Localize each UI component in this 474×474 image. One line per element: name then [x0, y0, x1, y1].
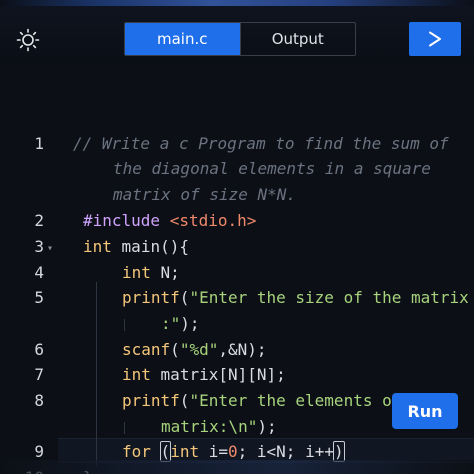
line-number: 7	[34, 365, 44, 384]
bracket-match: )	[333, 441, 345, 462]
code-line: scanf("%d",&N);	[122, 340, 267, 360]
tab-output[interactable]: Output	[239, 23, 356, 55]
play-icon[interactable]	[409, 22, 461, 56]
keyword-token: int	[122, 365, 151, 384]
code-comment: the diagonal elements in a square	[113, 159, 431, 178]
code-line: int matrix[N][N];	[122, 365, 286, 385]
keyword-token: int	[122, 263, 151, 282]
line-number: 4	[34, 263, 44, 282]
code-text: );	[257, 417, 277, 436]
line-number: 3	[34, 237, 44, 256]
line-number: 8	[34, 391, 44, 410]
keyword-token: int	[170, 442, 200, 461]
number-token: 0	[228, 442, 238, 461]
toolbar: main.c Output	[0, 0, 474, 64]
string-token: "Enter the size of the matrix	[189, 288, 469, 307]
code-text: matrix[N][N];	[160, 365, 286, 384]
code-text: ,&N);	[218, 340, 267, 359]
code-text: (	[179, 391, 190, 410]
function-token: printf	[122, 391, 180, 410]
top-glow	[0, 0, 474, 6]
code-line: :");	[161, 314, 200, 334]
function-token: printf	[122, 288, 180, 307]
string-token: :"	[161, 314, 181, 333]
code-text: (	[179, 288, 190, 307]
keyword-token: int	[83, 237, 112, 256]
function-token: scanf	[122, 340, 171, 359]
code-line-current: for (int i=0; i<N; i++)	[122, 441, 345, 462]
fold-arrow-icon[interactable]: ▾	[47, 243, 53, 254]
header-token: <stdio.h>	[169, 211, 257, 230]
line-number: 5	[34, 288, 44, 307]
code-line: matrix:\n");	[161, 417, 277, 437]
code-text: i=	[199, 442, 228, 461]
line-number: 1	[34, 134, 44, 153]
code-text: );	[180, 314, 200, 333]
line-number: 2	[34, 211, 44, 230]
file-tabs: main.c Output	[124, 22, 356, 56]
keyword-token: for	[122, 442, 151, 461]
sun-icon[interactable]	[14, 26, 42, 54]
code-line: int N;	[122, 263, 180, 283]
code-line: printf("Enter the size of the matrix	[122, 288, 469, 308]
code-comment: // Write a c Program to find the sum of	[73, 134, 449, 153]
code-line-main: int main(){	[83, 237, 189, 257]
string-token: matrix:\n"	[161, 417, 258, 436]
indent-guide	[124, 319, 125, 331]
code-text: (	[170, 340, 180, 359]
code-comment: matrix of size N*N.	[113, 185, 297, 204]
line-number: 9	[34, 442, 44, 461]
line-number: 6	[34, 340, 44, 359]
code-line-include: #include <stdio.h>	[83, 211, 256, 231]
code-text: N;	[160, 263, 180, 282]
bottom-glow	[0, 460, 474, 474]
tab-main-c[interactable]: main.c	[125, 23, 240, 55]
string-token: "%d"	[179, 340, 219, 359]
run-button[interactable]: Run	[392, 393, 458, 429]
code-text: ; i<N; i++	[237, 442, 334, 461]
indent-guide	[96, 282, 97, 466]
indent-guide	[124, 422, 125, 434]
bracket-match: (	[159, 441, 172, 462]
preprocessor-token: #include	[83, 211, 161, 230]
code-text: main(){	[121, 237, 189, 256]
